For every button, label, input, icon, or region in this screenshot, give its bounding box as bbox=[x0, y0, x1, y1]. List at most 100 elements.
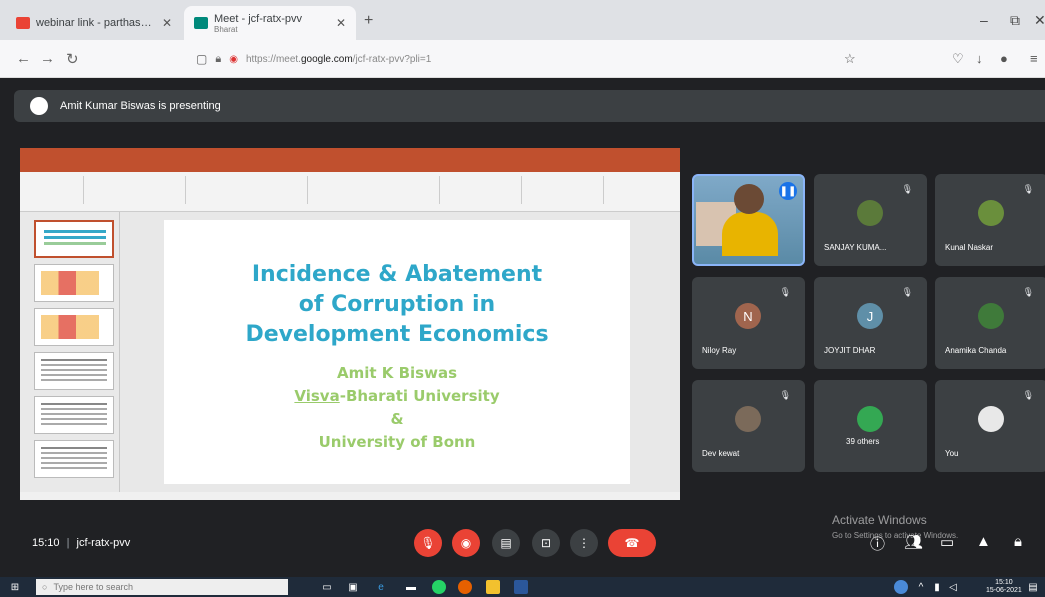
edge-icon[interactable]: e bbox=[374, 580, 388, 594]
slide-author: Amit K Biswas bbox=[336, 364, 458, 382]
participant-name: You bbox=[945, 449, 959, 458]
info-icon[interactable]: ⓘ bbox=[870, 533, 885, 554]
slide-title-line: Development Economics bbox=[245, 322, 549, 347]
minimize-icon[interactable]: – bbox=[980, 12, 988, 28]
present-button[interactable]: ⊡ bbox=[532, 529, 560, 557]
powerpoint-menu bbox=[20, 162, 680, 172]
notifications-icon[interactable]: ▤ bbox=[1026, 580, 1040, 594]
word-icon[interactable] bbox=[514, 580, 528, 594]
participant-tile[interactable]: 🎙︎ Dev kewat bbox=[692, 380, 805, 472]
avatar: N bbox=[735, 303, 761, 329]
clock-date: 15-06-2021 bbox=[986, 587, 1022, 594]
presenter-avatar bbox=[30, 97, 48, 115]
video-person-body bbox=[722, 212, 778, 256]
activities-icon[interactable]: ▲ bbox=[976, 533, 991, 550]
participant-name: Dev kewat bbox=[702, 449, 740, 458]
explorer-icon[interactable]: ▬ bbox=[404, 580, 418, 594]
chat-icon[interactable]: ▭ bbox=[940, 533, 954, 551]
captions-icon: ▤ bbox=[500, 536, 512, 550]
participant-name: JOYJIT DHAR bbox=[824, 346, 876, 355]
mic-off-icon: 🎙︎ bbox=[779, 390, 791, 400]
tab-subtitle: Bharat bbox=[214, 24, 238, 34]
participant-tile[interactable]: 🎙︎ Anamika Chanda bbox=[935, 277, 1045, 369]
participant-name: Kunal Naskar bbox=[945, 243, 994, 252]
shield-icon: ▢ bbox=[196, 52, 208, 66]
captions-button[interactable]: ▤ bbox=[492, 529, 520, 557]
browser-tab-meet[interactable]: Meet - jcf-ratx-pvv Bharat ✕ bbox=[184, 6, 356, 40]
account-icon[interactable]: ● bbox=[1000, 51, 1008, 66]
host-controls-icon[interactable]: 🔒︎ bbox=[1014, 533, 1022, 550]
close-icon[interactable]: ✕ bbox=[162, 16, 172, 30]
reload-icon[interactable]: ↻ bbox=[66, 50, 79, 68]
tab-title-block: Meet - jcf-ratx-pvv Bharat bbox=[214, 13, 330, 34]
participant-tile[interactable]: 🎙︎ N Niloy Ray bbox=[692, 277, 805, 369]
volume-icon[interactable]: ◁ bbox=[946, 580, 960, 594]
mic-off-icon: 🎙︎ bbox=[420, 536, 436, 550]
slide-thumbnail bbox=[34, 352, 114, 390]
tab-title: Meet - jcf-ratx-pvv bbox=[214, 12, 303, 25]
participant-tile[interactable]: 🎙︎ Kunal Naskar bbox=[935, 174, 1045, 266]
camera-toggle-button[interactable]: ◉ bbox=[452, 529, 480, 557]
url-domain: google.com bbox=[300, 53, 353, 65]
participant-name: 39 others bbox=[846, 437, 880, 446]
back-icon[interactable]: ← bbox=[16, 50, 31, 67]
url-text: https://meet.google.com/jcf-ratx-pvv?pli… bbox=[246, 54, 431, 65]
url-suffix: /jcf-ratx-pvv?pli=1 bbox=[352, 53, 432, 65]
mic-off-icon: 🎙︎ bbox=[901, 184, 913, 194]
bookmark-icon[interactable]: ☆ bbox=[844, 51, 856, 67]
meeting-time: 15:10 bbox=[32, 537, 60, 549]
participant-name: Anamika Chanda bbox=[945, 346, 1007, 355]
address-toolbar: ← → ↻ ▢ 🔒︎ ◉ https://meet.google.com/jcf… bbox=[0, 40, 1045, 78]
more-options-button[interactable]: ⋮ bbox=[570, 529, 598, 557]
participant-tile[interactable]: 🎙︎ J JOYJIT DHAR bbox=[814, 277, 927, 369]
restore-icon[interactable]: ⧉ bbox=[1010, 12, 1020, 29]
taskbar-search[interactable]: ○ Type here to search bbox=[36, 579, 288, 595]
tray-chevron-icon[interactable]: ^ bbox=[914, 580, 928, 594]
ribbon-group bbox=[24, 176, 84, 204]
browser-tab-bar: webinar link - parthasarathon ✕ Meet - j… bbox=[0, 0, 1045, 40]
participant-tile-presenter[interactable]: ❚❚ bbox=[692, 174, 805, 266]
leave-call-button[interactable]: ☎ bbox=[608, 529, 656, 557]
slide-thumbnails bbox=[20, 212, 120, 492]
mic-off-icon: 🎙︎ bbox=[901, 287, 913, 297]
browser-tab-webinar[interactable]: webinar link - parthasarathon ✕ bbox=[6, 6, 182, 40]
meet-icon bbox=[194, 17, 208, 29]
hang-up-icon: ☎ bbox=[624, 536, 640, 550]
windows-start-icon[interactable]: ⊞ bbox=[8, 580, 22, 594]
avatar bbox=[978, 303, 1004, 329]
slide-affiliation-2: University of Bonn bbox=[318, 433, 476, 451]
menu-icon[interactable]: ≡ bbox=[1030, 51, 1038, 66]
current-slide: Incidence & Abatement of Corruption in D… bbox=[164, 220, 630, 484]
people-icon[interactable]: 👥︎ bbox=[904, 533, 923, 551]
pocket-icon[interactable]: ♡ bbox=[952, 51, 964, 67]
network-icon[interactable]: ▮ bbox=[930, 580, 944, 594]
forward-icon[interactable]: → bbox=[40, 50, 55, 67]
whatsapp-icon[interactable] bbox=[432, 580, 446, 594]
camera-permission-icon[interactable]: ◉ bbox=[229, 54, 238, 65]
participant-tile[interactable]: 🎙︎ SANJAY KUMA... bbox=[814, 174, 927, 266]
download-icon[interactable]: ↓ bbox=[976, 51, 983, 66]
activate-title: Activate Windows bbox=[832, 513, 927, 527]
close-window-icon[interactable]: ✕ bbox=[1034, 12, 1045, 29]
participant-tile-self[interactable]: 🎙︎ You bbox=[935, 380, 1045, 472]
ribbon-group bbox=[442, 176, 522, 204]
tray-app-icon[interactable] bbox=[894, 580, 908, 594]
slide-thumbnail bbox=[34, 264, 114, 302]
url-bar[interactable]: ▢ 🔒︎ ◉ https://meet.google.com/jcf-ratx-… bbox=[196, 49, 836, 69]
participant-name: Niloy Ray bbox=[702, 346, 737, 355]
taskbar-clock[interactable]: 15:10 15-06-2021 bbox=[986, 579, 1022, 595]
presenting-text: Amit Kumar Biswas is presenting bbox=[60, 100, 221, 112]
slide-title-line: of Corruption in bbox=[298, 292, 496, 317]
close-icon[interactable]: ✕ bbox=[336, 16, 346, 30]
participant-tile-others[interactable]: 39 others bbox=[814, 380, 927, 472]
more-vert-icon: ⋮ bbox=[578, 536, 590, 550]
slide-ampersand: & bbox=[390, 410, 404, 428]
store-icon[interactable]: ▣ bbox=[346, 580, 360, 594]
new-tab-icon[interactable]: + bbox=[364, 12, 373, 30]
mic-toggle-button[interactable]: 🎙︎ bbox=[414, 529, 442, 557]
folder-icon[interactable] bbox=[486, 580, 500, 594]
task-view-icon[interactable]: ▭ bbox=[320, 580, 334, 594]
powerpoint-titlebar bbox=[20, 148, 680, 162]
camera-off-icon: ◉ bbox=[460, 536, 472, 550]
firefox-icon[interactable] bbox=[458, 580, 472, 594]
